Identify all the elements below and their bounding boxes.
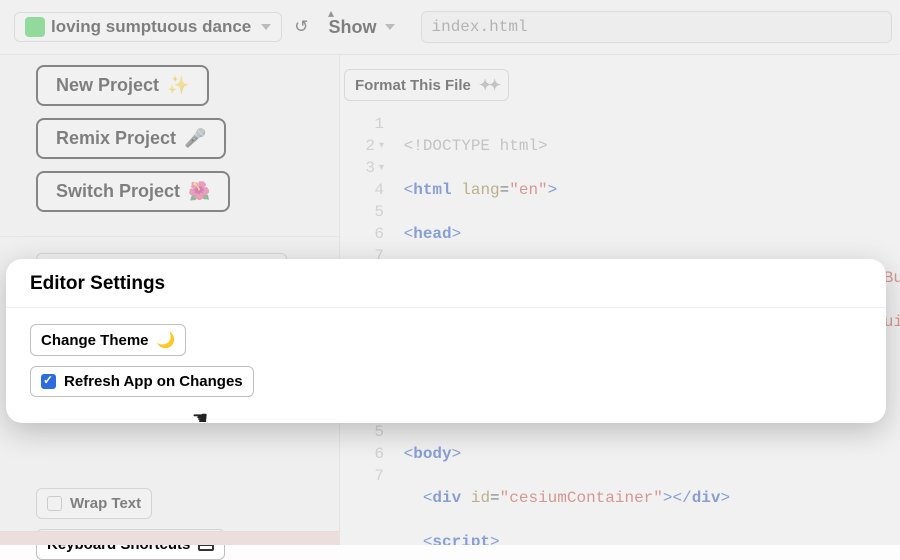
project-name: loving sumptuous dance (51, 17, 251, 37)
rewind-icon[interactable]: ↺ (294, 17, 308, 37)
project-switcher[interactable]: loving sumptuous dance (14, 12, 282, 42)
editor-settings-heading: Editor Settings (30, 273, 862, 295)
wrap-text-label: Wrap Text (70, 495, 141, 512)
change-theme-button[interactable]: Change Theme 🌙 (30, 324, 186, 356)
new-project-label: New Project (56, 75, 159, 96)
sparkles-icon: ✨ (167, 75, 189, 96)
chevron-down-icon (261, 24, 271, 30)
flower-icon: 🌺 (188, 181, 210, 202)
file-path-input[interactable] (421, 11, 893, 43)
refresh-on-changes-label: Refresh App on Changes (64, 373, 243, 390)
show-label: Show (329, 17, 377, 38)
wrap-text-toggle[interactable]: Wrap Text (36, 488, 152, 519)
scroll-up-caret-icon[interactable]: ▴ (328, 6, 334, 20)
switch-project-button[interactable]: Switch Project 🌺 (36, 171, 230, 212)
remix-project-button[interactable]: Remix Project 🎤 (36, 118, 226, 159)
editor-settings-card: Editor Settings Change Theme 🌙 Refresh A… (6, 259, 886, 423)
top-bar: loving sumptuous dance ↺ Show (0, 0, 900, 55)
sparkle-icon: ✦✦ (479, 76, 498, 94)
switch-project-label: Switch Project (56, 181, 180, 202)
chevron-down-icon (385, 24, 395, 30)
checkbox-checked-icon (41, 374, 56, 389)
format-file-button[interactable]: Format This File ✦✦ (344, 69, 509, 101)
new-project-button[interactable]: New Project ✨ (36, 65, 209, 106)
remix-project-label: Remix Project (56, 128, 176, 149)
microphone-icon: 🎤 (184, 128, 206, 149)
change-theme-label: Change Theme (41, 332, 149, 349)
sidebar-footer-bar (0, 531, 340, 545)
refresh-on-changes-toggle[interactable]: Refresh App on Changes (30, 366, 254, 397)
project-avatar-icon (25, 17, 45, 37)
cursor-pointer-icon: ☚ (192, 408, 208, 429)
show-dropdown[interactable]: Show (329, 17, 395, 38)
checkbox-icon (47, 496, 62, 511)
format-file-label: Format This File (355, 77, 471, 94)
moon-icon: 🌙 (157, 331, 176, 349)
